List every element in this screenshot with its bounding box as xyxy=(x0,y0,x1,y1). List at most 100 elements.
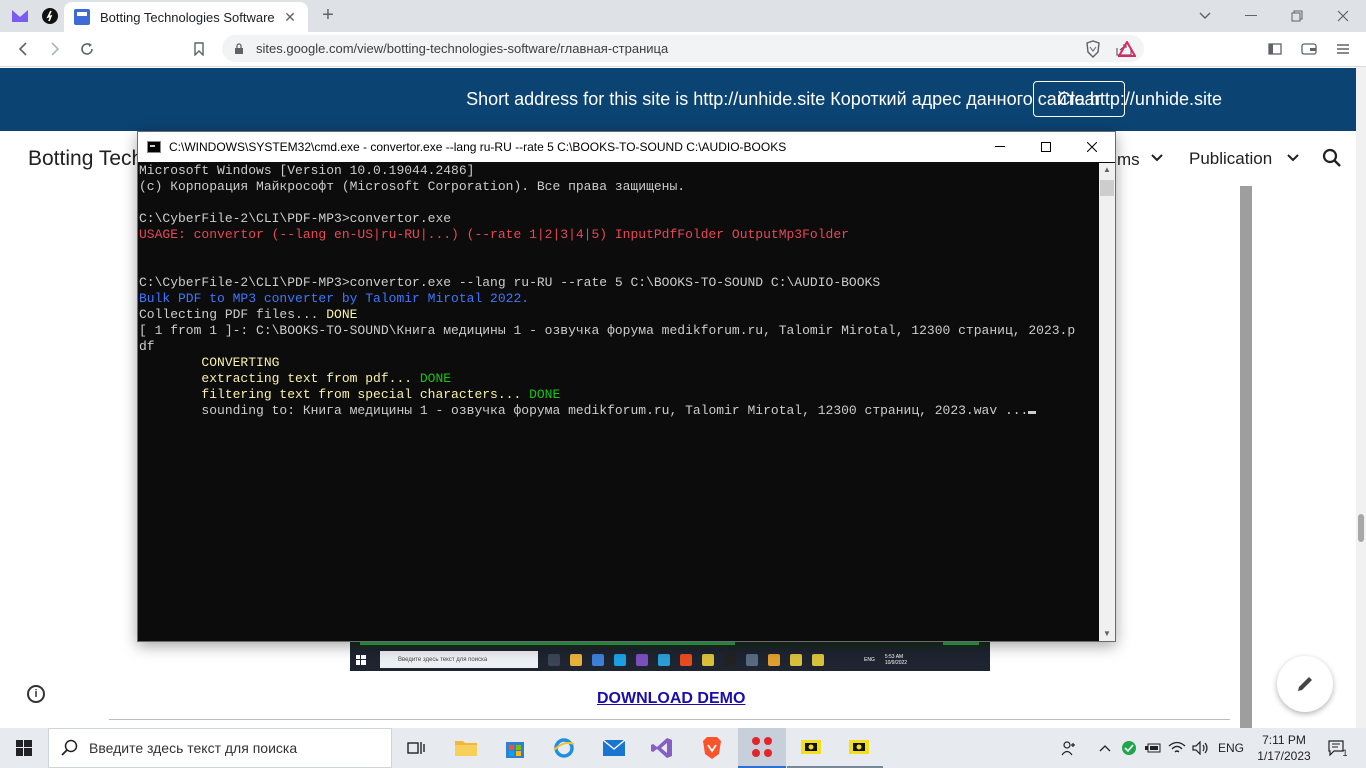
people-button[interactable] xyxy=(1058,728,1080,768)
visual-studio-icon xyxy=(651,738,672,758)
tab-close-icon[interactable]: ✕ xyxy=(282,9,298,26)
notification-count: 1 xyxy=(1342,748,1348,758)
tray-language[interactable]: ENG xyxy=(1214,728,1248,768)
cmd-maximize-button[interactable] xyxy=(1023,132,1069,162)
battery-icon xyxy=(1145,743,1161,753)
console-output[interactable]: Microsoft Windows [Version 10.0.19044.24… xyxy=(138,163,1099,641)
close-window-button[interactable] xyxy=(1320,0,1366,32)
taskbar-app[interactable] xyxy=(787,728,835,768)
terminal-icon xyxy=(724,653,736,666)
page-scrollbar-thumb[interactable] xyxy=(1358,514,1364,542)
pinned-tab-mail[interactable] xyxy=(6,4,34,28)
windows-logo-icon xyxy=(356,654,366,665)
embedded-date: 10/9/2022 xyxy=(884,659,908,666)
tray-wifi[interactable] xyxy=(1167,728,1187,768)
edit-button[interactable] xyxy=(1277,656,1333,712)
taskbar-search-box[interactable]: Введите здесь текст для поиска xyxy=(48,728,392,768)
page-scrollbar[interactable] xyxy=(1356,67,1366,728)
taskbar-mail[interactable] xyxy=(590,728,638,768)
cmd-title-bar[interactable]: C:\WINDOWS\SYSTEM32\cmd.exe - convertor.… xyxy=(138,132,1115,162)
tray-volume[interactable] xyxy=(1190,728,1212,768)
clear-button[interactable]: Clear xyxy=(1033,81,1125,117)
forward-button[interactable] xyxy=(42,36,68,62)
cmd-scrollbar[interactable]: ▲ ▼ xyxy=(1099,163,1115,641)
taskbar-clock[interactable]: 7:11 PM 1/17/2023 xyxy=(1254,732,1314,764)
restore-button[interactable] xyxy=(1274,0,1320,32)
brave-icon xyxy=(703,737,721,759)
tray-battery[interactable] xyxy=(1143,728,1163,768)
internet-explorer-icon xyxy=(553,738,575,758)
pinned-tab-threads[interactable] xyxy=(36,4,64,28)
console-status-done: DONE xyxy=(529,387,561,402)
task-view-button[interactable] xyxy=(392,728,440,768)
task-view-icon xyxy=(407,742,425,754)
taskbar-visual-studio[interactable] xyxy=(638,728,686,768)
chevron-down-icon[interactable] xyxy=(1151,150,1163,165)
app-icon xyxy=(801,740,821,754)
tray-security[interactable] xyxy=(1119,728,1139,768)
store-icon xyxy=(506,742,524,758)
cmd-scrollbar-thumb[interactable] xyxy=(1100,180,1114,196)
nav-item-publication[interactable]: Publication xyxy=(1189,149,1272,169)
wifi-icon xyxy=(1168,741,1186,753)
grid-app-icon xyxy=(752,737,772,757)
taskbar-brave[interactable] xyxy=(688,728,736,768)
cmd-minimize-button[interactable] xyxy=(977,132,1023,162)
close-icon xyxy=(1087,142,1097,152)
task-view-icon xyxy=(548,653,560,666)
scroll-up-icon[interactable]: ▲ xyxy=(1099,165,1115,177)
console-line: df xyxy=(139,339,155,354)
taskbar-ie[interactable] xyxy=(540,728,588,768)
bookmark-button[interactable] xyxy=(186,36,212,62)
taskbar-explorer[interactable] xyxy=(442,728,490,768)
embedded-clock: 5:53 AM 10/9/2022 xyxy=(885,654,907,666)
console-line: Microsoft Windows [Version 10.0.19044.24… xyxy=(139,163,475,178)
console-line: filtering text from special characters..… xyxy=(139,387,530,402)
start-button[interactable] xyxy=(0,728,48,768)
console-line: (c) Корпорация Майкрософт (Microsoft Cor… xyxy=(139,179,686,194)
mail-icon xyxy=(614,653,626,666)
wallet-button[interactable] xyxy=(1296,36,1322,62)
notification-center-button[interactable]: 1 xyxy=(1320,728,1356,768)
back-button[interactable] xyxy=(10,36,36,62)
info-icon[interactable]: i xyxy=(27,685,45,703)
taskbar-app-active[interactable] xyxy=(738,728,786,768)
sidebar-toggle-button[interactable] xyxy=(1262,36,1288,62)
address-bar[interactable]: sites.google.com/view/botting-technologi… xyxy=(222,35,1144,62)
chevron-down-icon[interactable] xyxy=(1287,150,1299,165)
search-icon xyxy=(61,739,78,756)
embedded-lang: ENG xyxy=(864,656,875,663)
url-text[interactable]: sites.google.com/view/botting-technologi… xyxy=(256,41,1116,56)
site-title[interactable]: Botting Technc xyxy=(28,147,148,171)
console-icon xyxy=(147,141,161,153)
pencil-icon xyxy=(1298,677,1312,691)
app-icon xyxy=(849,740,869,754)
site-search-button[interactable] xyxy=(1322,148,1342,173)
minimize-button[interactable] xyxy=(1228,0,1274,32)
brave-rewards-button[interactable] xyxy=(1114,36,1140,62)
tab-search-chevron-icon[interactable] xyxy=(1182,0,1228,32)
scroll-down-icon[interactable]: ▼ xyxy=(1099,629,1115,641)
cmd-close-button[interactable] xyxy=(1069,132,1115,162)
cmd-window[interactable]: C:\WINDOWS\SYSTEM32\cmd.exe - convertor.… xyxy=(137,131,1116,642)
lock-icon xyxy=(235,42,243,54)
clock-date: 1/17/2023 xyxy=(1257,749,1311,763)
menu-button[interactable] xyxy=(1330,36,1356,62)
search-icon xyxy=(1322,148,1341,167)
shield-check-icon xyxy=(1122,741,1136,755)
taskbar-store[interactable] xyxy=(491,728,539,768)
tray-overflow-button[interactable] xyxy=(1096,728,1114,768)
new-tab-button[interactable]: + xyxy=(316,4,340,28)
taskbar-app[interactable] xyxy=(835,728,883,768)
console-line: [ 1 from 1 ]-: C:\BOOKS-TO-SOUND\Книга м… xyxy=(139,323,1076,338)
minimize-icon xyxy=(1245,15,1257,16)
reload-icon xyxy=(81,43,93,55)
edge-icon xyxy=(658,653,670,666)
console-line: C:\CyberFile-2\CLI\PDF-MP3>convertor.exe… xyxy=(139,275,881,290)
console-line-converting: CONVERTING xyxy=(139,355,280,370)
nav-item-partial[interactable]: ms xyxy=(1117,150,1140,170)
download-demo-link[interactable]: DOWNLOAD DEMO xyxy=(597,690,745,708)
tab-active[interactable]: Botting Technologies Software ✕ xyxy=(64,2,308,32)
reload-button[interactable] xyxy=(74,36,100,62)
brave-shields-button[interactable] xyxy=(1080,36,1106,62)
